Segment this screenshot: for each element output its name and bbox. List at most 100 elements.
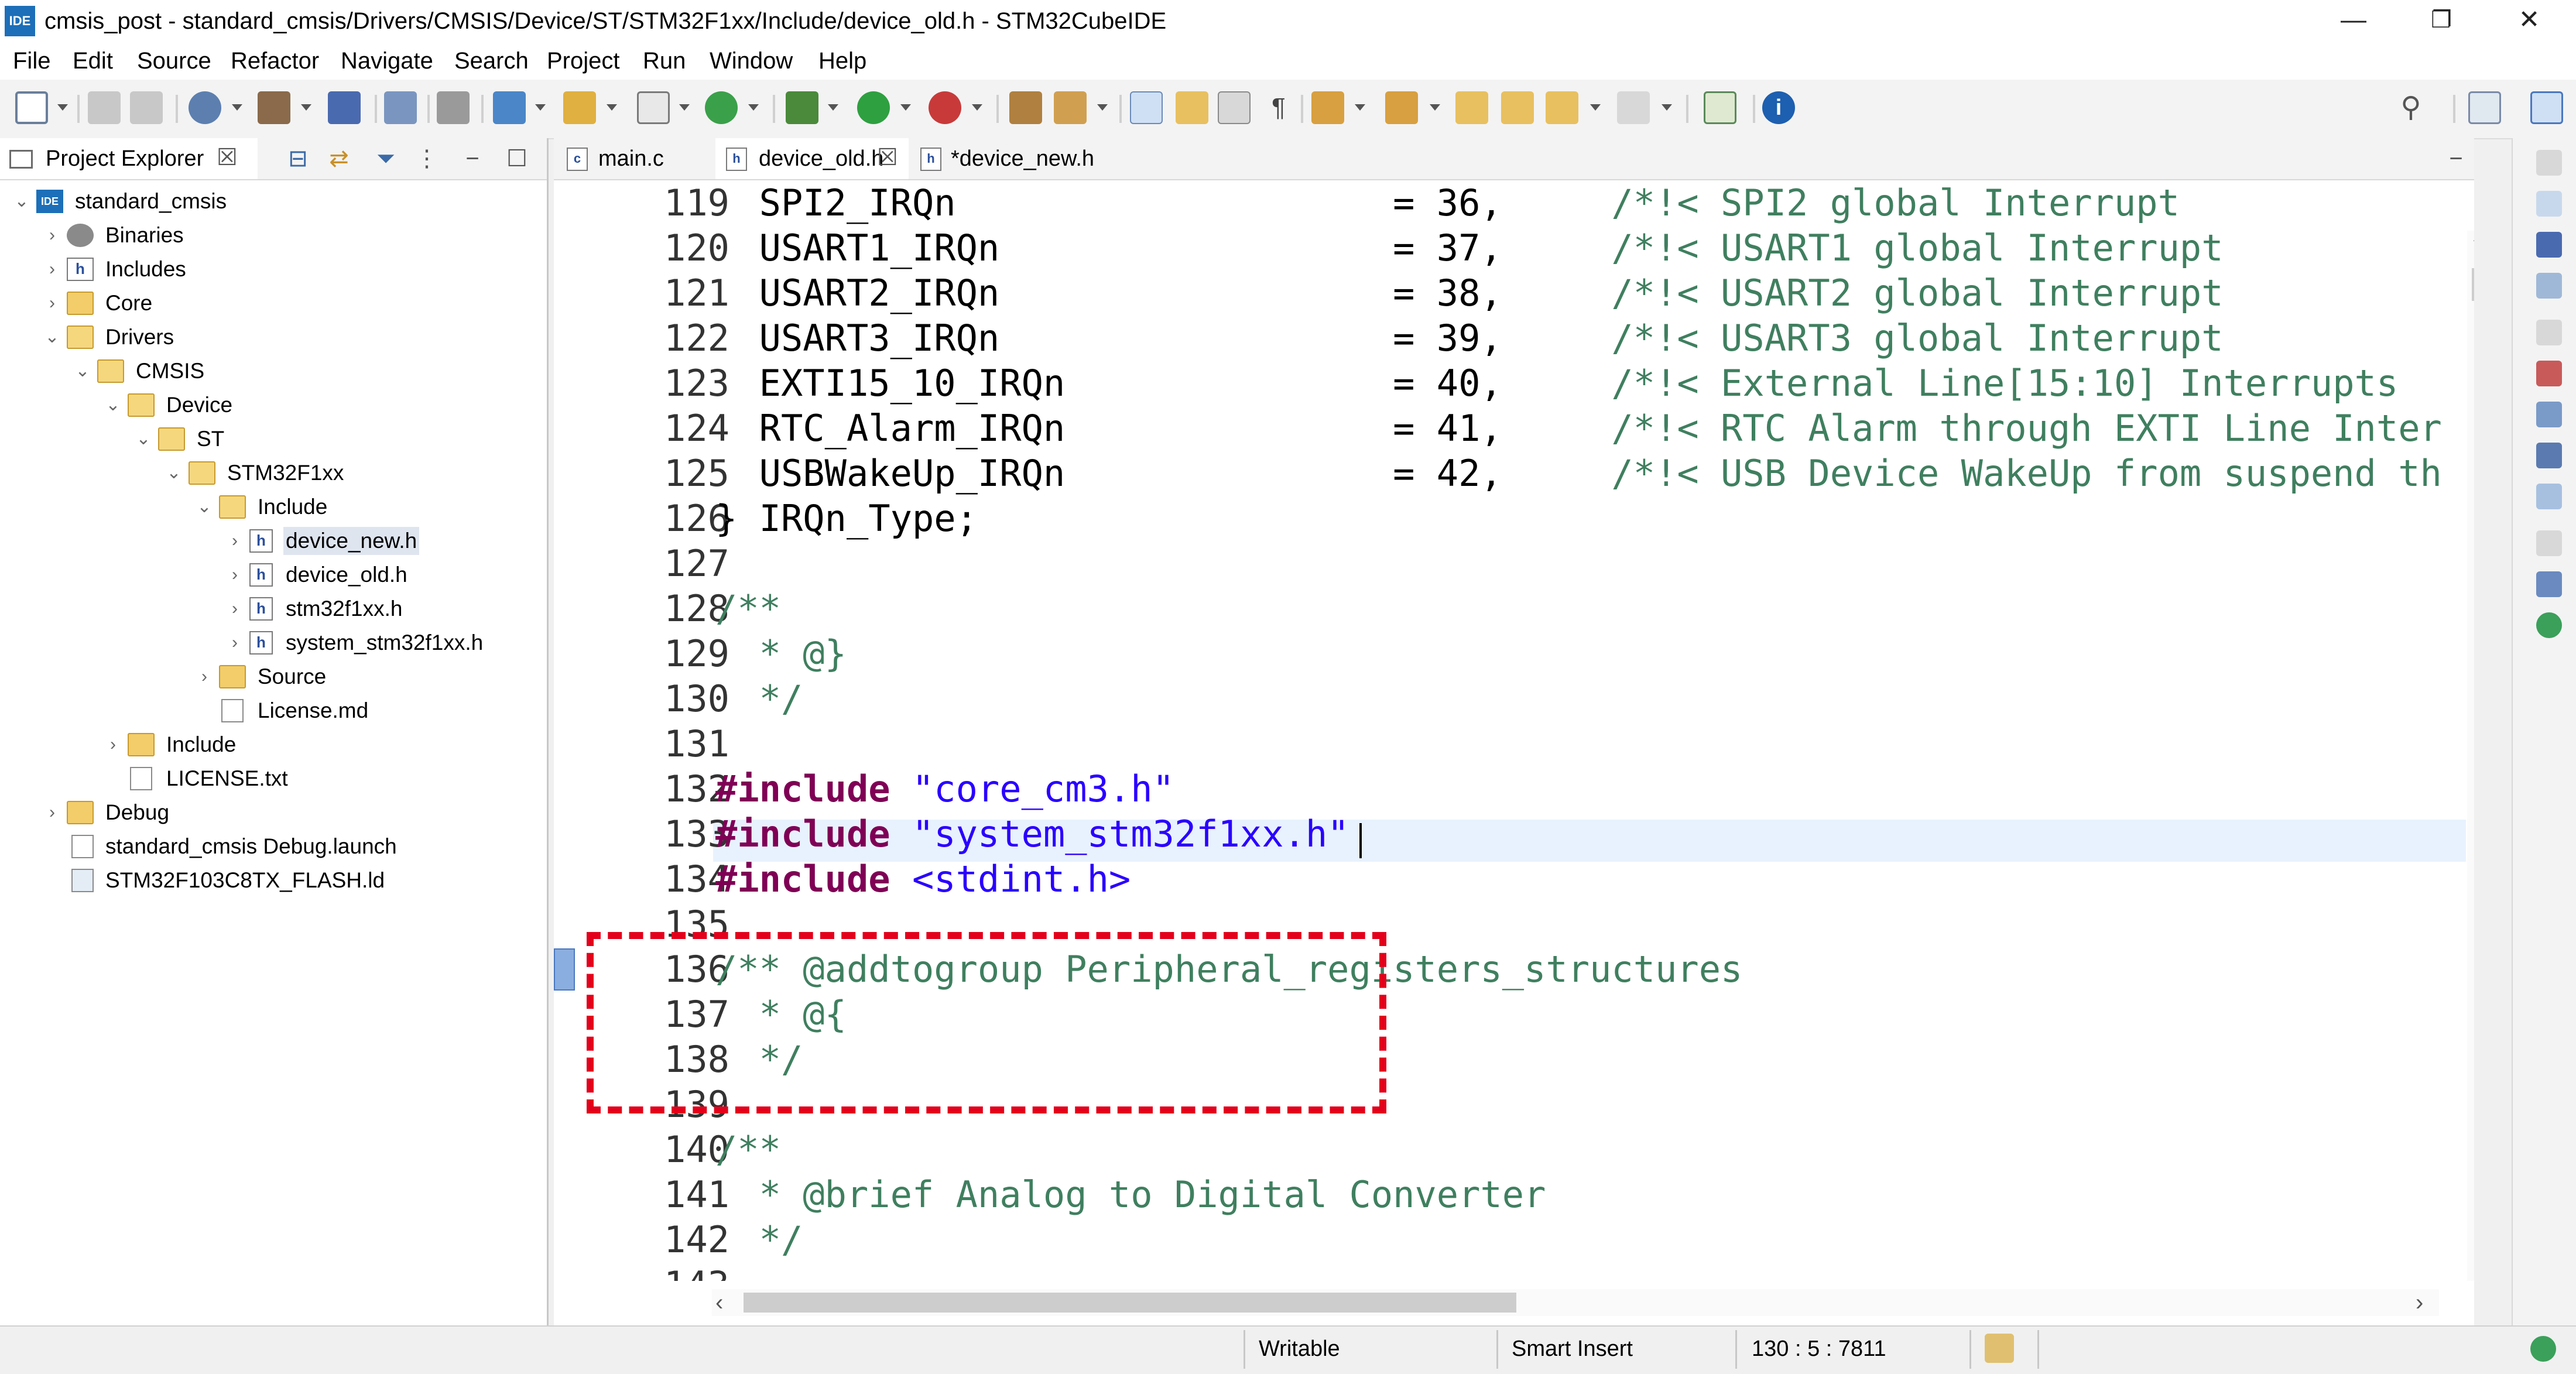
editor-minimize-icon[interactable]: − xyxy=(2443,145,2469,172)
run-dropdown-icon[interactable] xyxy=(900,104,911,111)
new-class-icon[interactable] xyxy=(705,91,738,124)
build-analyzer-icon[interactable] xyxy=(2536,402,2562,427)
toggle-block-selection-icon[interactable] xyxy=(1176,91,1208,124)
restore-view-icon[interactable] xyxy=(2536,320,2562,345)
binary-icon[interactable] xyxy=(328,91,361,124)
tree-item-stm32f1xx-h[interactable]: › h stm32f1xx.h xyxy=(0,592,527,625)
open-perspective-icon[interactable] xyxy=(1704,91,1736,124)
tree-item-core[interactable]: › Core xyxy=(0,287,527,320)
expand-toggle-icon[interactable]: › xyxy=(225,525,245,557)
tree-item-license-txt[interactable]: LICENSE.txt xyxy=(0,762,527,795)
search-icon[interactable]: ⚲ xyxy=(2395,91,2427,124)
save-icon[interactable] xyxy=(88,91,121,124)
minimize-view-icon[interactable]: − xyxy=(459,145,486,172)
horizontal-scroll-thumb[interactable] xyxy=(744,1293,1516,1313)
word-wrap-icon[interactable] xyxy=(1218,91,1251,124)
new-file-icon[interactable] xyxy=(637,91,670,124)
collapse-toggle-icon[interactable]: ⌄ xyxy=(73,355,93,388)
registers-icon[interactable] xyxy=(2536,191,2562,217)
minimize-button[interactable]: — xyxy=(2318,0,2389,42)
expand-toggle-icon[interactable]: › xyxy=(225,558,245,591)
new-icon[interactable] xyxy=(15,91,48,124)
new-cproject-dropdown-icon[interactable] xyxy=(535,104,546,111)
debug-dropdown-icon[interactable] xyxy=(828,104,838,111)
open-element-dropdown-icon[interactable] xyxy=(1097,104,1108,111)
menu-refactor[interactable]: Refactor xyxy=(231,47,319,75)
tree-item-include[interactable]: ⌄ Include xyxy=(0,491,527,523)
toggle-mark-occurrences-icon[interactable] xyxy=(1130,91,1163,124)
code-line[interactable]: 123 EXTI15_10_IRQn = 40, /*!< External L… xyxy=(554,361,2474,406)
open-element-icon[interactable] xyxy=(1054,91,1087,124)
code-line[interactable]: 124 RTC_Alarm_IRQn = 41, /*!< RTC Alarm … xyxy=(554,406,2474,451)
menu-navigate[interactable]: Navigate xyxy=(341,47,433,75)
expand-toggle-icon[interactable]: › xyxy=(225,626,245,659)
tree-item-st[interactable]: ⌄ ST xyxy=(0,423,527,455)
tree-item-device[interactable]: ⌄ Device xyxy=(0,389,527,422)
show-whitespace-icon[interactable]: ¶ xyxy=(1262,91,1295,124)
menu-run[interactable]: Run xyxy=(643,47,686,75)
previous-annotation-icon[interactable] xyxy=(1385,91,1418,124)
tree-item-license-md[interactable]: License.md xyxy=(0,694,527,727)
expand-toggle-icon[interactable]: › xyxy=(225,592,245,625)
run-external-tool-icon[interactable] xyxy=(929,91,961,124)
tree-item-debug[interactable]: › Debug xyxy=(0,796,527,829)
tab-close-icon[interactable]: ☒ xyxy=(877,144,898,171)
back-icon[interactable] xyxy=(1546,91,1578,124)
notification-icon[interactable] xyxy=(2530,1336,2556,1362)
back-dropdown-icon[interactable] xyxy=(1590,104,1601,111)
debug-hand-icon[interactable] xyxy=(437,91,470,124)
next-annotation-icon[interactable] xyxy=(1311,91,1344,124)
collapse-all-icon[interactable]: ⊟ xyxy=(285,145,311,172)
code-line[interactable]: 140/** xyxy=(554,1127,2474,1172)
expand-toggle-icon[interactable]: › xyxy=(42,796,62,829)
menu-file[interactable]: File xyxy=(13,47,50,75)
tree-item-binaries[interactable]: › Binaries xyxy=(0,219,527,252)
collapse-toggle-icon[interactable]: ⌄ xyxy=(103,389,123,422)
scroll-right-icon[interactable]: › xyxy=(2416,1289,2423,1316)
link-with-editor-icon[interactable]: ⇄ xyxy=(326,145,352,172)
code-line[interactable]: 131 xyxy=(554,721,2474,766)
code-line[interactable]: 120 USART1_IRQn = 37, /*!< USART1 global… xyxy=(554,225,2474,270)
manage-build-icon[interactable] xyxy=(189,91,221,124)
maximize-view-icon[interactable]: ☐ xyxy=(503,145,530,172)
previous-annotation-dropdown-icon[interactable] xyxy=(1430,104,1440,111)
project-explorer-tab[interactable]: Project Explorer ☒ xyxy=(0,138,258,179)
code-line[interactable]: 134 #include <stdint.h> xyxy=(554,856,2474,902)
debug-icon[interactable] xyxy=(786,91,818,124)
tree-item-includes[interactable]: › h Includes xyxy=(0,253,527,286)
tree-item-standard-cmsis[interactable]: ⌄ IDE standard_cmsis xyxy=(0,185,527,218)
tasks-icon[interactable] xyxy=(2536,571,2562,597)
tree-item-device-old-h[interactable]: › h device_old.h xyxy=(0,558,527,591)
code-line[interactable]: 143 xyxy=(554,1262,2474,1282)
memory-icon[interactable] xyxy=(2536,232,2562,258)
code-line[interactable]: 126} IRQn_Type; xyxy=(554,496,2474,541)
code-line[interactable]: 130 */ xyxy=(554,676,2474,721)
expand-toggle-icon[interactable]: › xyxy=(42,219,62,252)
next-edit-location-icon[interactable] xyxy=(1501,91,1534,124)
menu-search[interactable]: Search xyxy=(454,47,529,75)
static-stack-icon[interactable] xyxy=(2536,443,2562,468)
menu-edit[interactable]: Edit xyxy=(73,47,113,75)
build-hammer-icon[interactable] xyxy=(258,91,290,124)
collapse-toggle-icon[interactable]: ⌄ xyxy=(42,321,62,354)
new-class-dropdown-icon[interactable] xyxy=(748,104,759,111)
code-line[interactable]: 141 * @brief Analog to Digital Converter xyxy=(554,1172,2474,1217)
expand-toggle-icon[interactable]: › xyxy=(194,660,214,693)
code-line[interactable]: 119 SPI2_IRQn = 36, /*!< SPI2 global Int… xyxy=(554,180,2474,225)
open-perspective-dialog-icon[interactable] xyxy=(2468,91,2501,124)
editor-tab-device-old-h[interactable]: h device_old.h ☒ xyxy=(715,138,909,179)
new-file-dropdown-icon[interactable] xyxy=(679,104,690,111)
build-progress-icon[interactable] xyxy=(1985,1334,2014,1363)
build-config-dropdown-icon[interactable] xyxy=(232,104,242,111)
code-line[interactable]: 127 xyxy=(554,541,2474,586)
close-button[interactable]: ✕ xyxy=(2494,0,2564,42)
collapse-toggle-icon[interactable]: ⌄ xyxy=(194,491,214,523)
expand-toggle-icon[interactable]: › xyxy=(103,728,123,761)
editor-tab-device-new-h[interactable]: h *device_new.h xyxy=(912,138,1111,179)
tree-item-flash-ld[interactable]: STM32F103C8TX_FLASH.ld xyxy=(0,864,527,897)
forward-dropdown-icon[interactable] xyxy=(1662,104,1672,111)
sfrs-icon[interactable] xyxy=(2536,361,2562,386)
restore-button[interactable]: ❐ xyxy=(2406,0,2476,42)
info-icon[interactable]: i xyxy=(1762,91,1795,124)
expand-toggle-icon[interactable]: › xyxy=(42,287,62,320)
